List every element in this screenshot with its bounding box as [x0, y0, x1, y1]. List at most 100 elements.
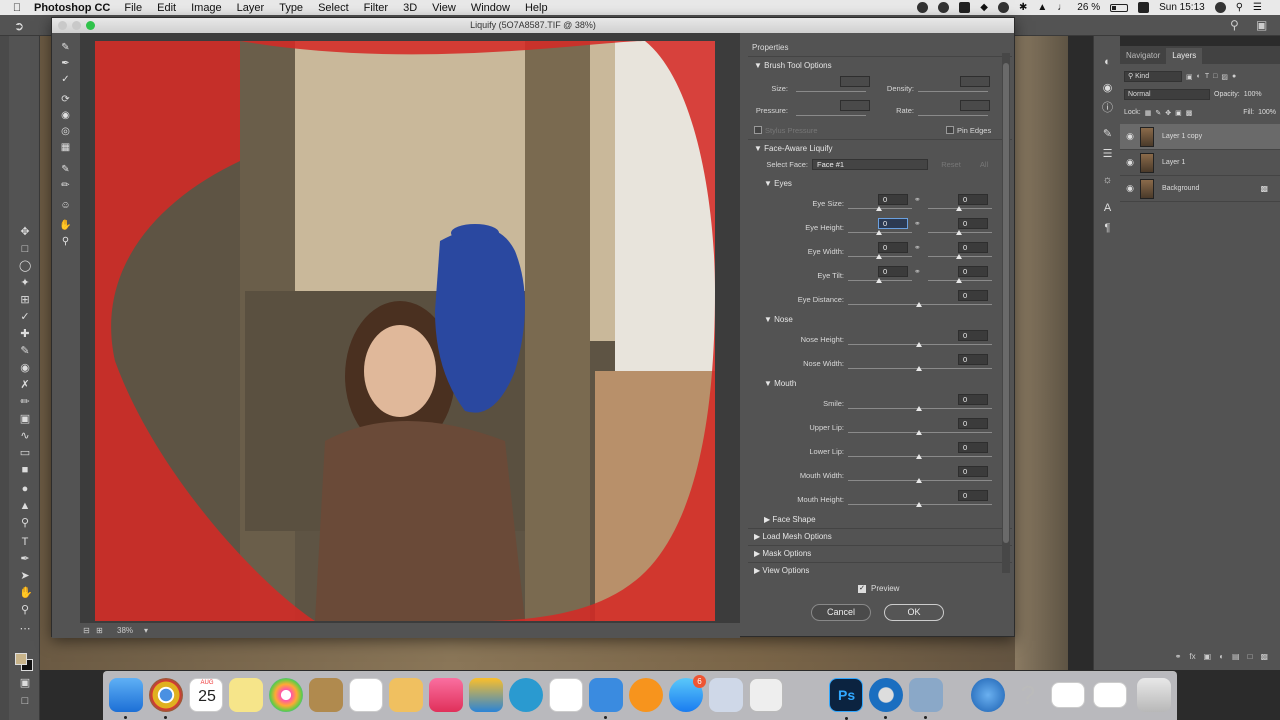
keynote-icon[interactable]: [589, 678, 623, 719]
properties-scrollbar[interactable]: [1002, 53, 1010, 573]
photos-icon[interactable]: [269, 678, 303, 712]
search-icon[interactable]: ⚲: [1230, 18, 1239, 32]
eye-height-left-field[interactable]: 0: [878, 218, 908, 229]
slider-knob[interactable]: [876, 206, 882, 211]
bloat-tool-icon[interactable]: ◎: [59, 125, 72, 138]
freeze-mask-tool-icon[interactable]: ✎: [59, 163, 72, 176]
menu-filter[interactable]: Filter: [364, 2, 388, 14]
zoom-dropdown-icon[interactable]: ▾: [144, 626, 148, 635]
move-tool-icon[interactable]: ✥: [19, 226, 31, 238]
finder-icon[interactable]: [109, 678, 143, 719]
pen-tool-icon[interactable]: ✒: [19, 553, 31, 565]
lasso-tool-icon[interactable]: ◯: [19, 260, 31, 272]
filter-type-icon[interactable]: T: [1205, 73, 1209, 80]
photoshop-icon[interactable]: Ps: [829, 678, 863, 720]
quicktime-player-icon[interactable]: [869, 678, 903, 719]
contacts-icon[interactable]: [309, 678, 343, 712]
clone-stamp-tool-icon[interactable]: ◉: [19, 362, 31, 374]
layer-row[interactable]: ◉ Layer 1 copy: [1120, 124, 1280, 150]
eye-tilt-left-field[interactable]: 0: [878, 266, 908, 277]
help-icon[interactable]: ?: [1011, 678, 1045, 712]
battery-percent[interactable]: 26 %: [1077, 2, 1100, 13]
layer-name[interactable]: Layer 1: [1162, 159, 1185, 166]
zoom-out-button[interactable]: ⊟: [83, 626, 90, 635]
select-face-dropdown[interactable]: Face #1: [812, 159, 928, 170]
tab-navigator[interactable]: Navigator: [1120, 48, 1166, 64]
link-chain-icon[interactable]: ⚭: [914, 243, 921, 252]
eye-size-left-field[interactable]: 0: [878, 194, 908, 205]
hand-tool-icon[interactable]: ✋: [19, 587, 33, 599]
liquify-preview-area[interactable]: [80, 33, 740, 623]
smooth-tool-icon[interactable]: ✓: [59, 73, 72, 86]
numbers-icon[interactable]: [349, 678, 383, 712]
zoom-tool-icon[interactable]: ⚲: [19, 604, 31, 616]
marquee-tool-icon[interactable]: □: [19, 243, 31, 255]
eye-distance-field[interactable]: 0: [958, 290, 988, 301]
quick-select-tool-icon[interactable]: ✦: [19, 277, 31, 289]
notes-icon[interactable]: [229, 678, 263, 712]
keka-icon[interactable]: [469, 678, 503, 712]
adjustments-panel-icon[interactable]: ☰: [1101, 148, 1114, 161]
pages-icon[interactable]: [389, 678, 423, 712]
mask-options-header[interactable]: ▶ Mask Options: [754, 549, 811, 558]
load-mesh-options-header[interactable]: ▶ Load Mesh Options: [754, 532, 832, 541]
eye-size-right-field[interactable]: 0: [958, 194, 988, 205]
preview-photo[interactable]: [95, 41, 715, 621]
gradient-tool-icon[interactable]: ■: [19, 464, 31, 476]
slider-knob[interactable]: [916, 454, 922, 459]
slider-knob[interactable]: [916, 342, 922, 347]
fx-icon[interactable]: fx: [1189, 652, 1195, 661]
lock-artboard-icon[interactable]: ▣: [1175, 109, 1182, 117]
dropbox-icon[interactable]: ◆: [980, 2, 988, 13]
menu-view[interactable]: View: [432, 2, 456, 14]
smile-field[interactable]: 0: [958, 394, 988, 405]
filter-pixel-icon[interactable]: ▣: [1186, 73, 1193, 81]
calendar-icon[interactable]: AUG 25: [189, 678, 223, 712]
notification-center-icon[interactable]: ☰: [1253, 2, 1262, 13]
mouth-height-field[interactable]: 0: [958, 490, 988, 501]
slider-knob[interactable]: [916, 366, 922, 371]
spotlight-icon[interactable]: ⚲: [1236, 2, 1243, 13]
clock-text[interactable]: Sun 15:13: [1159, 2, 1205, 13]
visibility-eye-icon[interactable]: ◉: [1120, 157, 1140, 168]
reminders-icon[interactable]: [549, 678, 583, 712]
push-left-tool-icon[interactable]: ▦: [59, 141, 72, 154]
face-aware-liquify-header[interactable]: ▼ Face-Aware Liquify: [754, 144, 832, 153]
minimize-window-button[interactable]: [72, 21, 81, 30]
fill-value[interactable]: 100%: [1258, 109, 1276, 116]
hand-tool-icon[interactable]: ✋: [59, 219, 72, 232]
layer-kind-filter[interactable]: ⚲ Kind: [1124, 71, 1182, 82]
sync-icon[interactable]: [938, 2, 950, 13]
slider-knob[interactable]: [916, 302, 922, 307]
pucker-tool-icon[interactable]: ◉: [59, 109, 72, 122]
battery-icon[interactable]: [1110, 3, 1129, 12]
slider-knob[interactable]: [956, 206, 962, 211]
eye-width-right-field[interactable]: 0: [958, 242, 988, 253]
chrome-icon[interactable]: [149, 678, 183, 719]
reconstruct-tool-icon[interactable]: ✒: [59, 57, 72, 70]
slider-knob[interactable]: [916, 478, 922, 483]
filter-adjustment-icon[interactable]: ◐: [1197, 73, 1201, 80]
view-options-header[interactable]: ▶ View Options: [754, 566, 809, 575]
ibooks-icon[interactable]: [629, 678, 663, 712]
info-panel-icon[interactable]: ⓘ: [1101, 102, 1114, 115]
pin-edges-checkbox[interactable]: [946, 126, 954, 134]
slider-knob[interactable]: [876, 278, 882, 283]
thaw-mask-tool-icon[interactable]: ✏: [59, 179, 72, 192]
screen-icon[interactable]: [959, 2, 971, 13]
zoom-window-button[interactable]: [86, 21, 95, 30]
menu-select[interactable]: Select: [318, 2, 349, 14]
menu-help[interactable]: Help: [525, 2, 548, 14]
healing-brush-tool-icon[interactable]: ✚: [19, 328, 31, 340]
apple-menu-icon[interactable]: : [0, 2, 34, 14]
link-chain-icon[interactable]: ⚭: [914, 195, 921, 204]
dodge-tool-icon[interactable]: ⚲: [19, 517, 31, 529]
wifi-icon[interactable]: ▲: [1037, 2, 1047, 13]
opacity-value[interactable]: 100%: [1244, 91, 1262, 98]
filter-shape-icon[interactable]: □: [1213, 73, 1217, 80]
brush-tool-options-header[interactable]: ▼ Brush Tool Options: [754, 61, 832, 70]
eyedropper-tool-icon[interactable]: ✓: [19, 311, 31, 323]
lock-position-icon[interactable]: ✥: [1165, 109, 1171, 117]
zoom-in-button[interactable]: ⊞: [96, 626, 103, 635]
eraser-tool-icon[interactable]: ▭: [19, 447, 31, 459]
